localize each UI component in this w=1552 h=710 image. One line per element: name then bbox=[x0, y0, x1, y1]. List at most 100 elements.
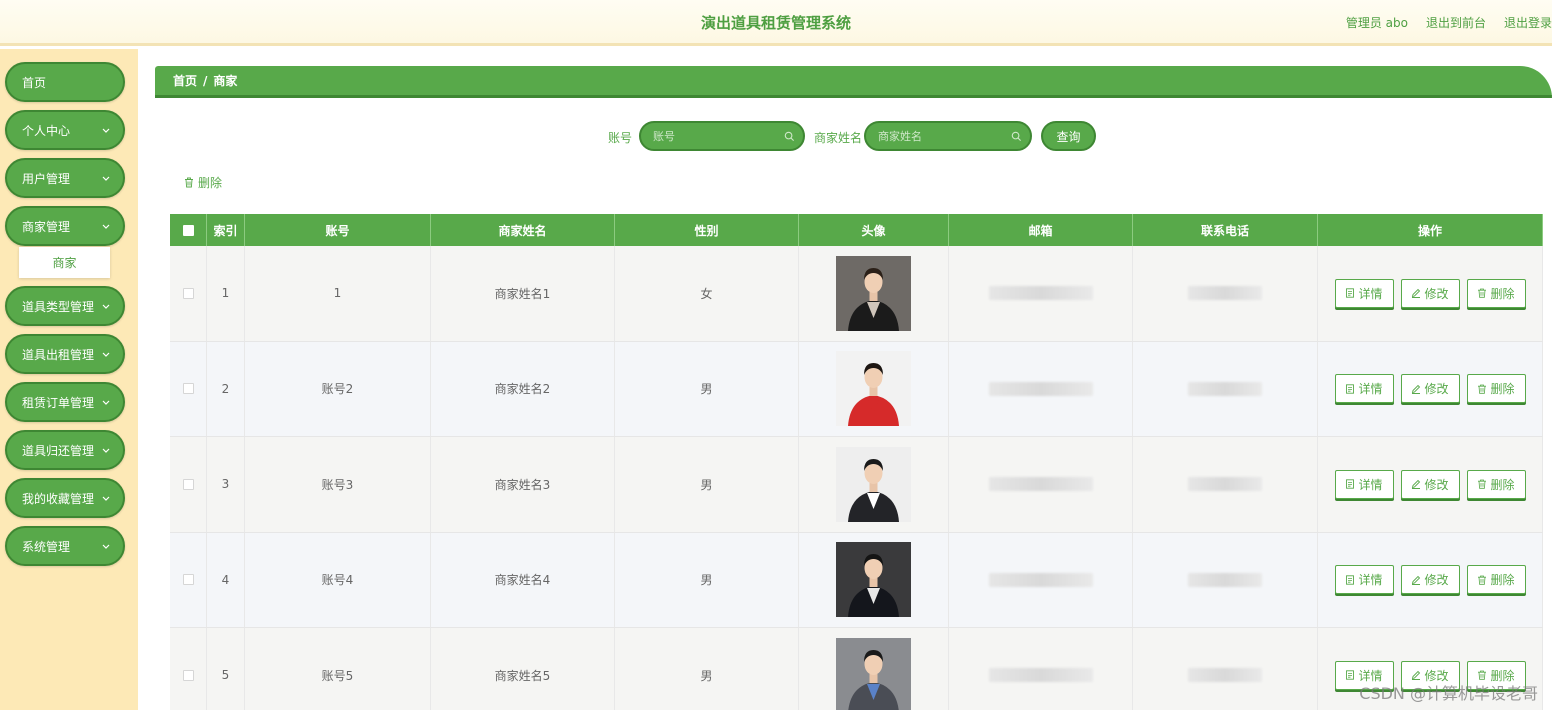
delete-button[interactable]: 删除 bbox=[1466, 278, 1526, 308]
edit-label: 修改 bbox=[1424, 382, 1449, 397]
pencil-icon bbox=[1412, 289, 1421, 299]
breadcrumb-home[interactable]: 首页 bbox=[173, 72, 197, 89]
cell-index: 5 bbox=[207, 628, 245, 710]
cell-account: 账号3 bbox=[245, 437, 431, 532]
email-redacted bbox=[988, 668, 1093, 683]
row-checkbox[interactable] bbox=[182, 574, 194, 586]
edit-button[interactable]: 修改 bbox=[1400, 374, 1460, 404]
back-to-front-link[interactable]: 退出到前台 bbox=[1426, 14, 1486, 31]
cell-account: 账号4 bbox=[245, 532, 431, 627]
delete-button[interactable]: 删除 bbox=[1466, 565, 1526, 595]
edit-button[interactable]: 修改 bbox=[1400, 565, 1460, 595]
delete-label: 删除 bbox=[1490, 382, 1515, 397]
breadcrumb-separator: / bbox=[203, 73, 208, 88]
detail-button[interactable]: 详情 bbox=[1334, 278, 1394, 308]
cell-email bbox=[949, 532, 1133, 627]
avatar bbox=[836, 542, 911, 618]
detail-button[interactable]: 详情 bbox=[1334, 565, 1394, 595]
pencil-icon bbox=[1412, 480, 1421, 490]
batch-delete-label: 删除 bbox=[198, 176, 223, 190]
cell-phone bbox=[1133, 341, 1318, 436]
delete-label: 删除 bbox=[1490, 286, 1515, 301]
trash-icon bbox=[1478, 288, 1487, 298]
search-icon bbox=[784, 131, 795, 142]
trash-icon bbox=[1478, 670, 1487, 680]
logout-link[interactable]: 退出登录 bbox=[1504, 14, 1552, 31]
row-checkbox[interactable] bbox=[182, 478, 194, 490]
sidebar-item-prop-return-management[interactable]: 道具归还管理 bbox=[5, 430, 125, 470]
cell-index: 2 bbox=[207, 341, 245, 436]
header-email: 邮箱 bbox=[949, 214, 1133, 246]
row-checkbox[interactable] bbox=[182, 287, 194, 299]
phone-redacted bbox=[1188, 381, 1262, 396]
cell-index: 1 bbox=[207, 246, 245, 341]
merchant-name-search-input[interactable]: 商家姓名 bbox=[864, 121, 1032, 151]
pencil-icon bbox=[1412, 384, 1421, 394]
document-icon bbox=[1346, 479, 1355, 489]
cell-email bbox=[949, 246, 1133, 341]
sidebar-item-user-management[interactable]: 用户管理 bbox=[5, 158, 125, 198]
phone-redacted bbox=[1188, 286, 1262, 301]
phone-redacted bbox=[1188, 668, 1262, 683]
cell-email bbox=[949, 437, 1133, 532]
detail-button[interactable]: 详情 bbox=[1334, 469, 1394, 499]
detail-button[interactable]: 详情 bbox=[1334, 374, 1394, 404]
row-checkbox[interactable] bbox=[182, 669, 194, 681]
sidebar-item-merchant-management[interactable]: 商家管理 bbox=[5, 206, 125, 246]
cell-merchant-name: 商家姓名3 bbox=[431, 437, 615, 532]
merchant-table: 索引 账号 商家姓名 性别 头像 邮箱 联系电话 操作 1 1 商家姓名1 女详情 修改… bbox=[170, 214, 1543, 710]
row-select-cell bbox=[170, 341, 207, 436]
account-search-placeholder: 账号 bbox=[653, 130, 675, 143]
cell-account: 账号5 bbox=[245, 628, 431, 710]
cell-merchant-name: 商家姓名5 bbox=[431, 628, 615, 710]
trash-icon bbox=[185, 177, 193, 188]
detail-label: 详情 bbox=[1358, 573, 1383, 588]
cell-avatar bbox=[799, 437, 949, 532]
edit-button[interactable]: 修改 bbox=[1400, 469, 1460, 499]
chevron-down-icon bbox=[102, 544, 110, 549]
header-account: 账号 bbox=[245, 214, 431, 246]
sidebar-item-prop-type-management[interactable]: 道具类型管理 bbox=[5, 286, 125, 326]
query-button[interactable]: 查询 bbox=[1041, 121, 1096, 151]
search-icon bbox=[1011, 131, 1022, 142]
sidebar-item-personal-center[interactable]: 个人中心 bbox=[5, 110, 125, 150]
header-actions: 操作 bbox=[1318, 214, 1543, 246]
sidebar-item-favorites-management[interactable]: 我的收藏管理 bbox=[5, 478, 125, 518]
edit-label: 修改 bbox=[1424, 286, 1449, 301]
current-user[interactable]: 管理员 abo bbox=[1346, 14, 1408, 31]
delete-button[interactable]: 删除 bbox=[1466, 469, 1526, 499]
sidebar-item-rental-order-management[interactable]: 租赁订单管理 bbox=[5, 382, 125, 422]
sidebar-subitem-merchant[interactable]: 商家 bbox=[19, 247, 110, 278]
chevron-down-icon bbox=[102, 496, 110, 501]
cell-merchant-name: 商家姓名2 bbox=[431, 341, 615, 436]
sidebar-item-label: 个人中心 bbox=[22, 123, 71, 138]
table-row: 4 账号4 商家姓名4 男 详情 修改 删除 bbox=[170, 532, 1543, 628]
select-all-checkbox[interactable] bbox=[182, 224, 194, 236]
watermark: CSDN @计算机毕设老哥 bbox=[1359, 684, 1538, 703]
document-icon bbox=[1346, 384, 1355, 394]
row-checkbox[interactable] bbox=[182, 383, 194, 395]
header-phone: 联系电话 bbox=[1133, 214, 1318, 246]
edit-button[interactable]: 修改 bbox=[1400, 278, 1460, 308]
cell-account: 1 bbox=[245, 246, 431, 341]
email-redacted bbox=[988, 381, 1093, 396]
batch-delete-button[interactable]: 删除 bbox=[184, 174, 222, 191]
sidebar-item-system-management[interactable]: 系统管理 bbox=[5, 526, 125, 566]
sidebar-item-label: 系统管理 bbox=[22, 539, 71, 554]
row-select-cell bbox=[170, 628, 207, 710]
avatar bbox=[836, 637, 911, 710]
cell-email bbox=[949, 628, 1133, 710]
account-search-input[interactable]: 账号 bbox=[639, 121, 805, 151]
cell-gender: 男 bbox=[615, 532, 799, 627]
trash-icon bbox=[1478, 384, 1487, 394]
email-redacted bbox=[988, 286, 1093, 301]
sidebar-item-home[interactable]: 首页 bbox=[5, 62, 125, 102]
header-gender: 性别 bbox=[615, 214, 799, 246]
account-search-label: 账号 bbox=[608, 131, 633, 145]
merchant-name-search-label: 商家姓名 bbox=[814, 131, 863, 145]
chevron-down-icon bbox=[102, 224, 110, 229]
sidebar-item-prop-rental-management[interactable]: 道具出租管理 bbox=[5, 334, 125, 374]
delete-button[interactable]: 删除 bbox=[1466, 374, 1526, 404]
edit-label: 修改 bbox=[1424, 477, 1449, 492]
table-row: 2 账号2 商家姓名2 男 详情 修改 删除 bbox=[170, 341, 1543, 437]
